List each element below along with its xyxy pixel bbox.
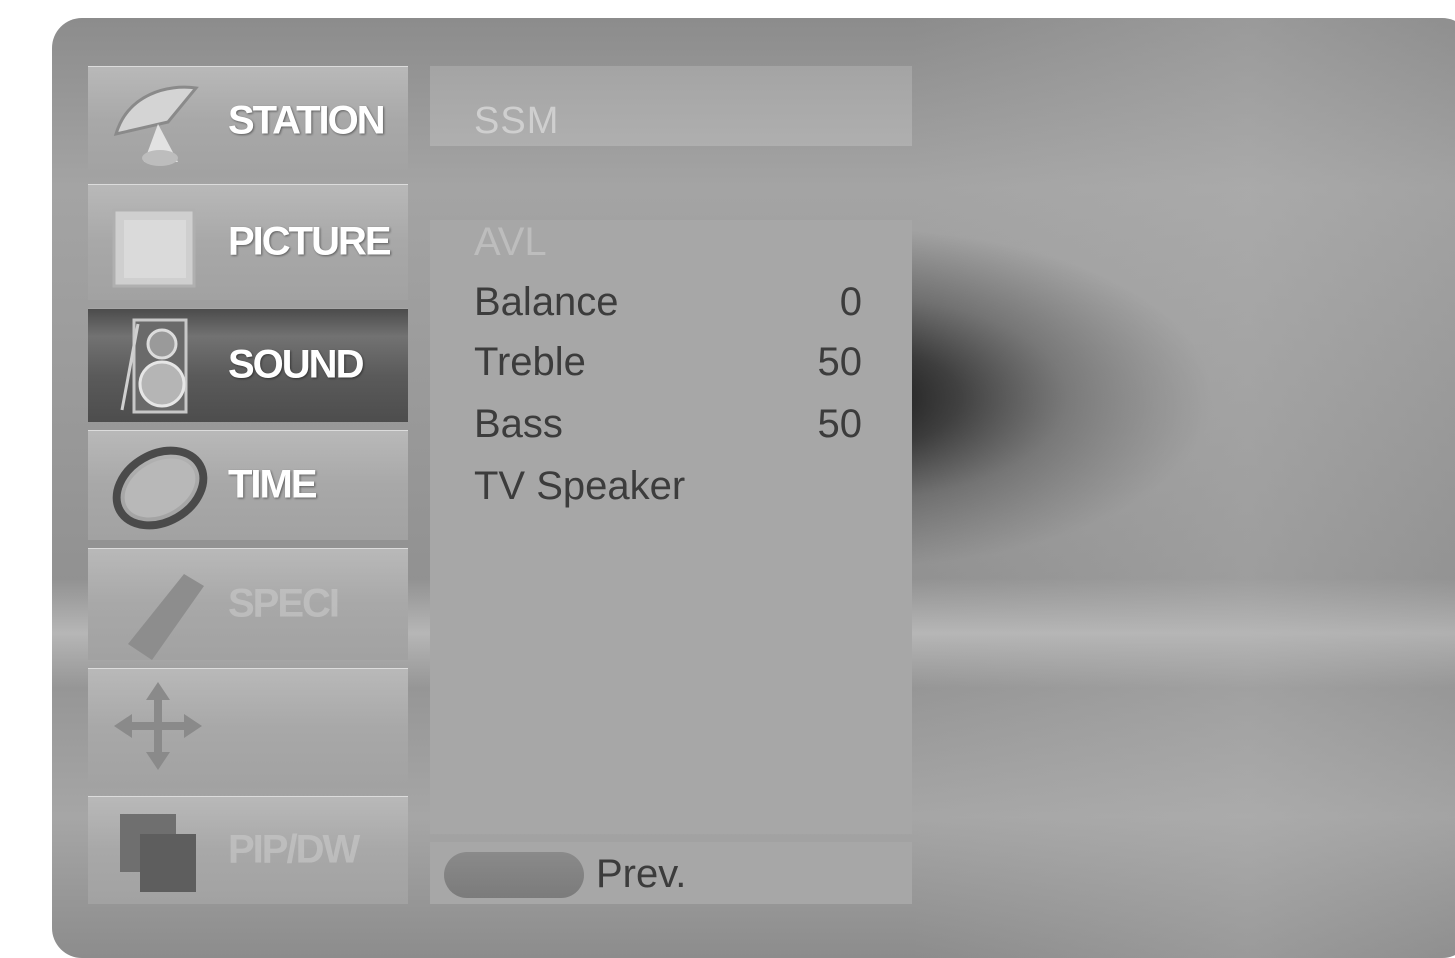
prev-button[interactable] (444, 852, 584, 898)
menu-item-special[interactable]: SPECI (88, 548, 408, 660)
move-arrows-icon (108, 676, 208, 781)
option-label-bass: Bass (474, 402, 563, 446)
tag-icon (108, 556, 218, 671)
menu-label-special: SPECI (228, 581, 340, 626)
sound-options-panel: AVL Balance 0 Treble 50 Bass 50 TV Speak… (430, 220, 912, 834)
option-label-treble: Treble (474, 340, 586, 384)
menu-label-sound: SOUND (228, 342, 364, 387)
menu-label-time: TIME (228, 462, 318, 507)
speaker-icon (108, 316, 208, 421)
menu-item-station[interactable]: STATION (88, 66, 408, 176)
ssm-option[interactable]: SSM (430, 66, 912, 146)
menu-item-sound[interactable]: SOUND (88, 308, 408, 422)
pip-windows-icon (108, 804, 208, 909)
clock-icon (108, 438, 218, 543)
menu-item-screen[interactable] (88, 668, 408, 788)
prev-label: Prev. (596, 852, 687, 896)
satellite-dish-icon (108, 74, 208, 175)
footer-bar: Prev. (430, 842, 912, 904)
menu-item-time[interactable]: TIME (88, 430, 408, 540)
ssm-label: SSM (474, 100, 560, 142)
option-label-balance: Balance (474, 280, 619, 324)
picture-screen-icon (108, 192, 208, 297)
option-value-bass: 50 (817, 402, 863, 446)
option-value-balance: 0 (839, 280, 862, 324)
menu-label-station: STATION (228, 98, 386, 143)
option-value-treble: 50 (817, 340, 863, 384)
menu-item-pip[interactable]: PIP/DW (88, 796, 408, 904)
option-label-avl: AVL (474, 220, 547, 264)
menu-label-pip: PIP/DW (228, 827, 360, 872)
menu-label-picture: PICTURE (228, 219, 392, 264)
option-label-tv-speaker: TV Speaker (474, 464, 686, 508)
menu-item-picture[interactable]: PICTURE (88, 184, 408, 300)
